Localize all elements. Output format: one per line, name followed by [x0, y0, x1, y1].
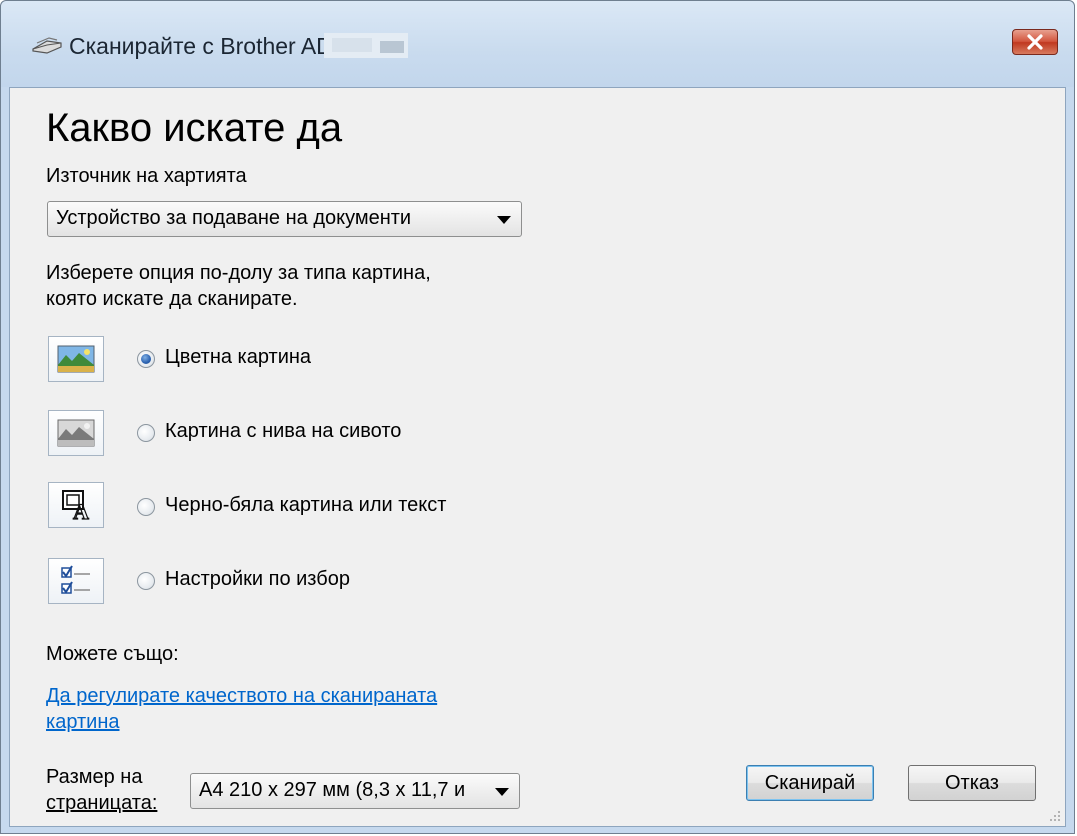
scan-dialog-window: Сканирайте с Brother ADS- Какво искате д… [0, 0, 1075, 834]
also-label: Можете също: [46, 643, 179, 665]
landscape-gray-icon [57, 419, 95, 447]
cancel-button[interactable]: Отказ [908, 765, 1036, 801]
grayscale-picture-label[interactable]: Картина с нива на сивото [165, 420, 401, 443]
page-size-label-line1: Размер на [46, 766, 143, 788]
custom-settings-icon[interactable] [48, 558, 104, 604]
black-white-text-radio[interactable] [137, 498, 155, 516]
landscape-color-icon [57, 345, 95, 373]
page-title: Какво искате да [46, 106, 343, 150]
adjust-quality-link-line1[interactable]: Да регулирате качеството на сканираната [46, 683, 516, 709]
custom-settings-label[interactable]: Настройки по избор [165, 568, 350, 591]
text-picture-icon: A [62, 490, 90, 521]
paper-source-value: Устройство за подаване на документи [56, 207, 412, 229]
black-white-text-label[interactable]: Черно-бяла картина или текст [165, 494, 446, 517]
grayscale-picture-radio[interactable] [137, 424, 155, 442]
adjust-quality-link[interactable]: Да регулирате качеството на сканираната … [46, 683, 516, 735]
scan-button[interactable]: Сканирай [746, 765, 874, 801]
custom-settings-radio[interactable] [137, 572, 155, 590]
color-picture-radio[interactable] [137, 350, 155, 368]
resize-grip-icon[interactable] [1049, 810, 1061, 822]
color-picture-icon[interactable] [48, 336, 104, 382]
checklist-icon [61, 565, 90, 594]
scanner-icon [32, 37, 62, 54]
paper-source-dropdown[interactable]: Устройство за подаване на документи [47, 201, 522, 237]
black-white-text-icon[interactable]: A [48, 482, 104, 528]
color-picture-label[interactable]: Цветна картина [165, 346, 311, 369]
paper-source-label: Източник на хартията [46, 165, 247, 187]
adjust-quality-link-line2[interactable]: картина [46, 709, 516, 735]
instruction-text-line1: Изберете опция по-долу за типа картина, [46, 262, 431, 284]
instruction-text-line2: която искате да сканирате. [46, 288, 298, 310]
chevron-down-icon [497, 216, 511, 224]
dialog-content: Какво искате да Източник на хартията Уст… [9, 87, 1066, 827]
svg-text:A: A [73, 499, 89, 521]
chevron-down-icon [495, 788, 509, 796]
page-size-label-line2: страницата: [46, 792, 158, 814]
redacted-model-number [324, 33, 408, 58]
close-icon [1027, 34, 1043, 50]
page-size-value: A4 210 x 297 мм (8,3 x 11,7 и [199, 779, 466, 801]
grayscale-picture-icon[interactable] [48, 410, 104, 456]
title-bar[interactable]: Сканирайте с Brother ADS- [1, 1, 1074, 87]
window-title: Сканирайте с Brother ADS- [69, 33, 356, 59]
close-button[interactable] [1012, 29, 1058, 55]
page-size-dropdown[interactable]: A4 210 x 297 мм (8,3 x 11,7 и [190, 773, 520, 809]
